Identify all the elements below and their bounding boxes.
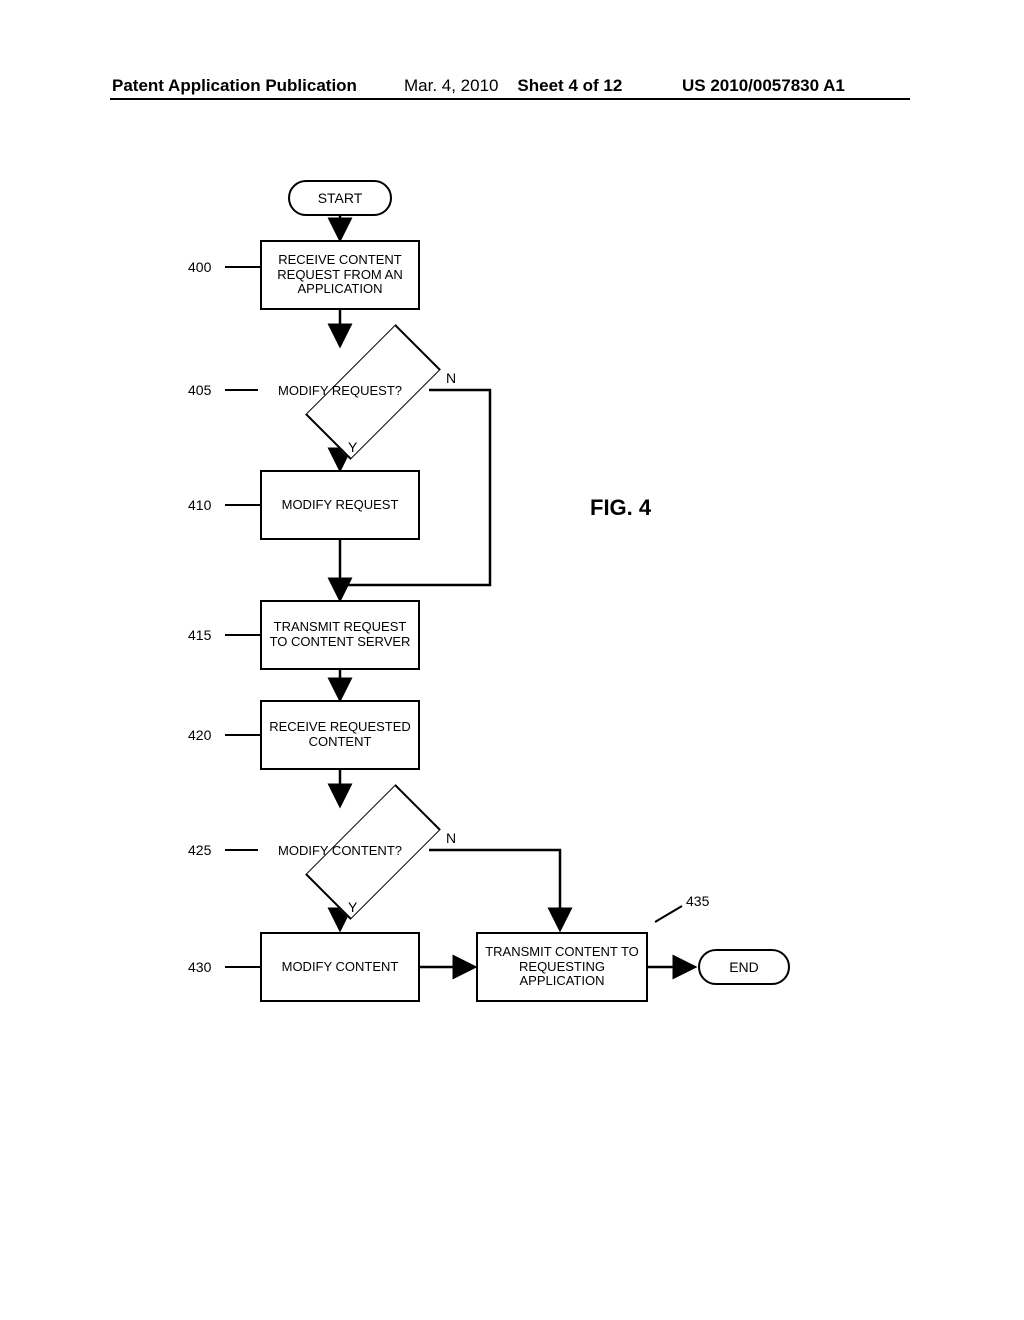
process-415-transmit-to-server: TRANSMIT REQUEST TO CONTENT SERVER <box>260 600 420 670</box>
figure-label: FIG. 4 <box>590 495 651 521</box>
ref-435: 435 <box>686 893 709 909</box>
process-420-receive-content: RECEIVE REQUESTED CONTENT <box>260 700 420 770</box>
header-left: Patent Application Publication <box>112 76 357 96</box>
terminator-start: START <box>288 180 392 216</box>
ref-415: 415 <box>188 627 211 643</box>
ref-400: 400 <box>188 259 211 275</box>
decision-405-text: MODIFY REQUEST? <box>251 346 429 434</box>
decision-425-modify-content: MODIFY CONTENT? <box>251 806 429 894</box>
header-middle: Mar. 4, 2010 Sheet 4 of 12 <box>404 76 622 96</box>
header-pubnum: US 2010/0057830 A1 <box>682 76 845 96</box>
process-435-transmit-to-app: TRANSMIT CONTENT TO REQUESTING APPLICATI… <box>476 932 648 1002</box>
ref-430: 430 <box>188 959 211 975</box>
ref-420: 420 <box>188 727 211 743</box>
branch-405-yes: Y <box>348 439 357 455</box>
flowchart: START RECEIVE CONTENT REQUEST FROM AN AP… <box>120 170 900 1150</box>
branch-405-no: N <box>446 370 456 386</box>
header-rule <box>110 98 910 100</box>
terminator-end: END <box>698 949 790 985</box>
connectors <box>120 170 900 1150</box>
page: Patent Application Publication Mar. 4, 2… <box>0 0 1024 1320</box>
process-430-modify-content: MODIFY CONTENT <box>260 932 420 1002</box>
header-date: Mar. 4, 2010 <box>404 76 499 95</box>
ref-425: 425 <box>188 842 211 858</box>
process-400-receive-request: RECEIVE CONTENT REQUEST FROM AN APPLICAT… <box>260 240 420 310</box>
decision-425-text: MODIFY CONTENT? <box>251 806 429 894</box>
process-410-modify-request: MODIFY REQUEST <box>260 470 420 540</box>
branch-425-yes: Y <box>348 899 357 915</box>
branch-425-no: N <box>446 830 456 846</box>
ref-410: 410 <box>188 497 211 513</box>
ref-405: 405 <box>188 382 211 398</box>
decision-405-modify-request: MODIFY REQUEST? <box>251 346 429 434</box>
header-sheet: Sheet 4 of 12 <box>517 76 622 95</box>
